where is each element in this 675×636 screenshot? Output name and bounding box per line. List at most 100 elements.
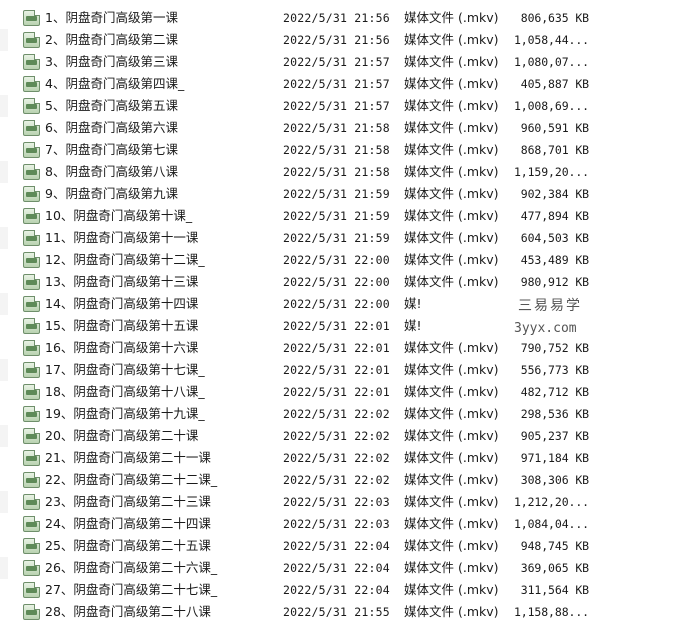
file-modified-date: 2022/5/31 22:00 [283,275,390,289]
file-type: 媒体文件 (.mkv) [404,208,499,223]
file-name: 2、阴盘奇门高级第二课 [45,32,178,47]
mkv-file-icon [23,384,40,400]
file-modified-date: 2022/5/31 21:55 [283,605,390,619]
file-row[interactable]: 21、阴盘奇门高级第二十一课 2022/5/31 22:02 媒体文件 (.mkv)… [0,447,675,469]
file-row[interactable]: 6、阴盘奇门高级第六课 2022/5/31 21:58 媒体文件 (.mkv) 960… [0,117,675,139]
file-type: 媒体文件 (.mkv) [404,450,499,465]
file-modified-date: 2022/5/31 22:03 [283,517,390,531]
mkv-file-icon [23,32,40,48]
file-modified-date: 2022/5/31 21:59 [283,209,390,223]
mkv-file-icon [23,76,40,92]
file-modified-date: 2022/5/31 21:57 [283,55,390,69]
file-name: 4、阴盘奇门高级第四课_ [45,76,185,91]
mkv-file-icon [23,340,40,356]
file-row[interactable]: 9、阴盘奇门高级第九课 2022/5/31 21:59 媒体文件 (.mkv) 902… [0,183,675,205]
file-name: 18、阴盘奇门高级第十八课_ [45,384,205,399]
file-type: 媒! [404,296,422,311]
file-type: 媒体文件 (.mkv) [404,120,499,135]
file-type: 媒! [404,318,422,333]
file-name: 17、阴盘奇门高级第十七课_ [45,362,205,377]
file-row[interactable]: 13、阴盘奇门高级第十三课 2022/5/31 22:00 媒体文件 (.mkv) 9… [0,271,675,293]
file-modified-date: 2022/5/31 22:01 [283,363,390,377]
file-name: 27、阴盘奇门高级第二十七课_ [45,582,218,597]
file-row[interactable]: 24、阴盘奇门高级第二十四课 2022/5/31 22:03 媒体文件 (.mkv)… [0,513,675,535]
file-size: 482,712 KB [520,385,589,399]
file-type: 媒体文件 (.mkv) [404,230,499,245]
mkv-file-icon [23,186,40,202]
file-row[interactable]: 7、阴盘奇门高级第七课 2022/5/31 21:58 媒体文件 (.mkv) 868… [0,139,675,161]
file-row[interactable]: 5、阴盘奇门高级第五课 2022/5/31 21:57 媒体文件 (.mkv) 1,0… [0,95,675,117]
mkv-file-icon [23,472,40,488]
file-size: 1,008,69... [513,99,589,113]
file-size: 369,065 KB [520,561,589,575]
file-name: 5、阴盘奇门高级第五课 [45,98,178,113]
file-name: 26、阴盘奇门高级第二十六课_ [45,560,218,575]
file-type: 媒体文件 (.mkv) [404,10,499,25]
file-type: 媒体文件 (.mkv) [404,274,499,289]
file-modified-date: 2022/5/31 22:00 [283,297,390,311]
file-type: 媒体文件 (.mkv) [404,54,499,69]
file-name: 3、阴盘奇门高级第三课 [45,54,178,69]
file-name: 21、阴盘奇门高级第二十一课 [45,450,211,465]
file-row[interactable]: 18、阴盘奇门高级第十八课_ 2022/5/31 22:01 媒体文件 (.mkv)… [0,381,675,403]
file-row[interactable]: 23、阴盘奇门高级第二十三课 2022/5/31 22:03 媒体文件 (.mkv)… [0,491,675,513]
file-row[interactable]: 12、阴盘奇门高级第十二课_ 2022/5/31 22:00 媒体文件 (.mkv)… [0,249,675,271]
file-size: 790,752 KB [520,341,589,355]
file-name: 8、阴盘奇门高级第八课 [45,164,178,179]
file-row[interactable]: 11、阴盘奇门高级第十一课 2022/5/31 21:59 媒体文件 (.mkv) 6… [0,227,675,249]
file-row[interactable]: 10、阴盘奇门高级第十课_ 2022/5/31 21:59 媒体文件 (.mkv) 4… [0,205,675,227]
file-modified-date: 2022/5/31 21:58 [283,121,390,135]
mkv-file-icon [23,538,40,554]
file-row[interactable]: 4、阴盘奇门高级第四课_ 2022/5/31 21:57 媒体文件 (.mkv) 40… [0,73,675,95]
file-modified-date: 2022/5/31 22:00 [283,253,390,267]
file-type: 媒体文件 (.mkv) [404,98,499,113]
file-modified-date: 2022/5/31 22:01 [283,319,390,333]
file-name: 23、阴盘奇门高级第二十三课 [45,494,211,509]
file-row[interactable]: 28、阴盘奇门高级第二十八课 2022/5/31 21:55 媒体文件 (.mkv)… [0,601,675,623]
file-size: 477,894 KB [520,209,589,223]
file-name: 12、阴盘奇门高级第十二课_ [45,252,205,267]
file-modified-date: 2022/5/31 21:58 [283,165,390,179]
watermark-name: 三易易学 [518,298,582,314]
mkv-file-icon [23,164,40,180]
file-type: 媒体文件 (.mkv) [404,164,499,179]
file-size: 604,503 KB [520,231,589,245]
file-modified-date: 2022/5/31 22:04 [283,561,390,575]
mkv-file-icon [23,450,40,466]
file-size: 806,635 KB [520,11,589,25]
file-name: 10、阴盘奇门高级第十课_ [45,208,193,223]
file-name: 14、阴盘奇门高级第十四课 [45,296,199,311]
file-row[interactable]: 25、阴盘奇门高级第二十五课 2022/5/31 22:04 媒体文件 (.mkv)… [0,535,675,557]
file-name: 6、阴盘奇门高级第六课 [45,120,178,135]
file-row[interactable]: 3、阴盘奇门高级第三课 2022/5/31 21:57 媒体文件 (.mkv) 1,0… [0,51,675,73]
file-row[interactable]: 17、阴盘奇门高级第十七课_ 2022/5/31 22:01 媒体文件 (.mkv)… [0,359,675,381]
file-type: 媒体文件 (.mkv) [404,362,499,377]
file-row[interactable]: 27、阴盘奇门高级第二十七课_ 2022/5/31 22:04 媒体文件 (.mkv… [0,579,675,601]
file-name: 7、阴盘奇门高级第七课 [45,142,178,157]
file-row[interactable]: 8、阴盘奇门高级第八课 2022/5/31 21:58 媒体文件 (.mkv) 1,1… [0,161,675,183]
mkv-file-icon [23,428,40,444]
mkv-file-icon [23,296,40,312]
file-row[interactable]: 16、阴盘奇门高级第十六课 2022/5/31 22:01 媒体文件 (.mkv) 7… [0,337,675,359]
file-name: 22、阴盘奇门高级第二十二课_ [45,472,218,487]
file-row[interactable]: 26、阴盘奇门高级第二十六课_ 2022/5/31 22:04 媒体文件 (.mkv… [0,557,675,579]
file-size: 308,306 KB [520,473,589,487]
file-row[interactable]: 19、阴盘奇门高级第十九课_ 2022/5/31 22:02 媒体文件 (.mkv)… [0,403,675,425]
watermark: 三易易学 3yyx.com [514,296,594,340]
file-size: 971,184 KB [520,451,589,465]
watermark-url: 3yyx.com [514,321,577,336]
mkv-file-icon [23,406,40,422]
file-type: 媒体文件 (.mkv) [404,428,499,443]
file-type: 媒体文件 (.mkv) [404,582,499,597]
file-name: 24、阴盘奇门高级第二十四课 [45,516,211,531]
file-row[interactable]: 2、阴盘奇门高级第二课 2022/5/31 21:56 媒体文件 (.mkv) 1,0… [0,29,675,51]
file-type: 媒体文件 (.mkv) [404,340,499,355]
file-size: 1,058,44... [513,33,589,47]
file-type: 媒体文件 (.mkv) [404,560,499,575]
file-type: 媒体文件 (.mkv) [404,142,499,157]
file-modified-date: 2022/5/31 21:59 [283,187,390,201]
file-row[interactable]: 20、阴盘奇门高级第二十课 2022/5/31 22:02 媒体文件 (.mkv) 9… [0,425,675,447]
file-row[interactable]: 1、阴盘奇门高级第一课 2022/5/31 21:56 媒体文件 (.mkv) 806… [0,7,675,29]
file-row[interactable]: 22、阴盘奇门高级第二十二课_ 2022/5/31 22:02 媒体文件 (.mkv… [0,469,675,491]
file-type: 媒体文件 (.mkv) [404,406,499,421]
